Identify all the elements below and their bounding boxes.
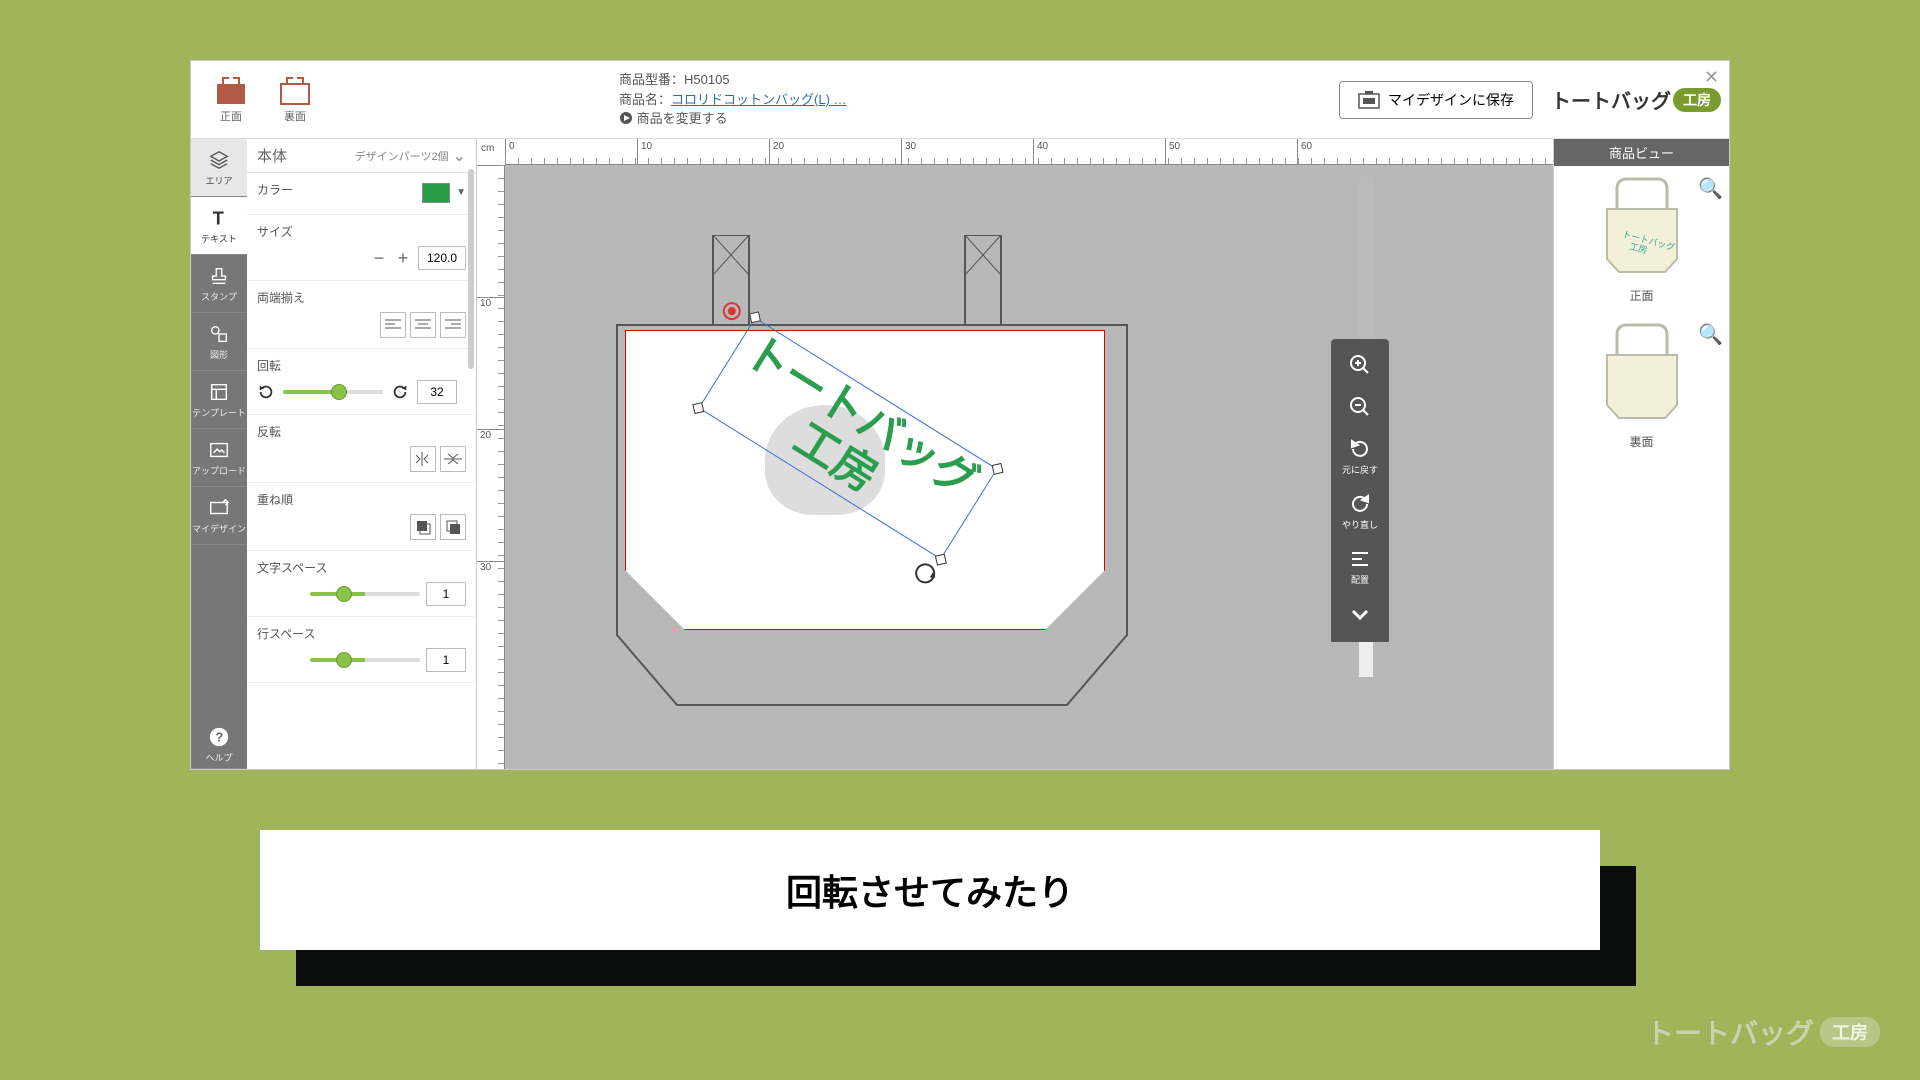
- app-body: エリア Tテキスト スタンプ 図形 テンプレート アップロード マイデザイン ?…: [191, 139, 1729, 769]
- tool-template[interactable]: テンプレート: [191, 371, 247, 429]
- prop-align: 両端揃え: [247, 281, 476, 349]
- rotate-cw-icon[interactable]: [391, 383, 409, 401]
- rotate-input[interactable]: [417, 380, 457, 404]
- chevron-down-icon[interactable]: ▼: [456, 187, 466, 198]
- layer-back-button[interactable]: [410, 514, 436, 540]
- prop-size: サイズ −+: [247, 215, 476, 281]
- magnify-icon[interactable]: 🔍: [1698, 176, 1723, 201]
- align-tools-button[interactable]: 配置: [1331, 539, 1389, 594]
- properties-panel: 本体 デザインパーツ2個 ⌄ カラー▼ サイズ −+ 両端揃え 回転: [247, 139, 477, 769]
- tool-upload[interactable]: アップロード: [191, 429, 247, 487]
- ruler-vertical: 10 20 30: [477, 165, 505, 769]
- linespace-input[interactable]: [426, 648, 466, 672]
- caption-text: 回転させてみたり: [260, 830, 1600, 950]
- resize-handle[interactable]: [692, 402, 704, 414]
- tool-shape[interactable]: 図形: [191, 313, 247, 371]
- tool-help[interactable]: ?ヘルプ: [191, 721, 247, 769]
- svg-text:T: T: [213, 207, 224, 228]
- prop-charspace: 文字スペース: [247, 551, 476, 617]
- canvas: cm 0 10 20 30 40 50 60 10 20 30: [477, 139, 1553, 769]
- watermark-brand: トートバッグ工房: [1646, 1012, 1880, 1052]
- titlebar: 正面 裏面 商品型番：H50105 商品名：コロリドコットンバッグ(L) … 商…: [191, 61, 1729, 139]
- tool-area[interactable]: エリア: [191, 139, 247, 197]
- save-to-mydesign-button[interactable]: マイデザインに保存: [1339, 81, 1533, 119]
- color-swatch[interactable]: [422, 183, 450, 203]
- product-name-link[interactable]: コロリドコットンバッグ(L) …: [671, 92, 847, 107]
- rotate-slider[interactable]: [283, 390, 383, 394]
- svg-text:?: ?: [215, 729, 223, 744]
- charspace-slider[interactable]: [310, 592, 420, 596]
- align-left-button[interactable]: [380, 312, 406, 338]
- zoom-out-button[interactable]: [1331, 387, 1389, 429]
- zoom-in-button[interactable]: [1331, 345, 1389, 387]
- sidebar-title: 商品ビュー: [1554, 139, 1729, 166]
- product-view-sidebar: 商品ビュー 🔍 トートバッグ工房 正面 🔍 裏面: [1553, 139, 1729, 769]
- save-icon: [1358, 91, 1380, 109]
- tool-text[interactable]: Tテキスト: [191, 197, 247, 255]
- charspace-input[interactable]: [426, 582, 466, 606]
- chevron-down-icon: ⌄: [453, 146, 466, 166]
- rotate-ccw-icon[interactable]: [257, 383, 275, 401]
- layer-front-button[interactable]: [440, 514, 466, 540]
- magnify-icon[interactable]: 🔍: [1698, 322, 1723, 347]
- prop-layer: 重ね順: [247, 483, 476, 551]
- face-tab-back[interactable]: 裏面: [267, 76, 323, 124]
- size-plus[interactable]: +: [394, 248, 412, 269]
- brand-logo: トートバッグ工房: [1551, 85, 1721, 114]
- panel-title: 本体: [257, 145, 287, 166]
- panel-header[interactable]: 本体 デザインパーツ2個 ⌄: [247, 139, 476, 173]
- size-minus[interactable]: −: [370, 248, 388, 269]
- thumbnail-back[interactable]: 🔍 裏面: [1554, 312, 1729, 458]
- prop-linespace: 行スペース: [247, 617, 476, 683]
- thumbnail-front[interactable]: 🔍 トートバッグ工房 正面: [1554, 166, 1729, 312]
- expand-toolbar-button[interactable]: [1331, 594, 1389, 636]
- change-product-link[interactable]: 商品を変更する: [619, 109, 1339, 129]
- tool-mydesign[interactable]: マイデザイン: [191, 487, 247, 545]
- panel-scrollbar[interactable]: [468, 169, 474, 369]
- caption: 回転させてみたり: [260, 830, 1600, 950]
- size-input[interactable]: [418, 246, 466, 270]
- align-center-button[interactable]: [410, 312, 436, 338]
- undo-button[interactable]: 元に戻す: [1331, 429, 1389, 484]
- prop-rotate: 回転: [247, 349, 476, 415]
- resize-handle[interactable]: [749, 311, 761, 323]
- align-right-button[interactable]: [440, 312, 466, 338]
- resize-handle[interactable]: [935, 553, 947, 565]
- flip-vertical-button[interactable]: [440, 446, 466, 472]
- flip-horizontal-button[interactable]: [410, 446, 436, 472]
- tool-column: エリア Tテキスト スタンプ 図形 テンプレート アップロード マイデザイン ?…: [191, 139, 247, 769]
- stage[interactable]: トートバッグ 工房: [505, 165, 1553, 769]
- redo-button[interactable]: やり直し: [1331, 484, 1389, 539]
- linespace-slider[interactable]: [310, 658, 420, 662]
- canvas-toolbar: 元に戻す やり直し 配置: [1331, 339, 1389, 642]
- prop-color: カラー▼: [247, 173, 476, 215]
- tool-stamp[interactable]: スタンプ: [191, 255, 247, 313]
- face-tab-front[interactable]: 正面: [203, 76, 259, 124]
- app-window: 正面 裏面 商品型番：H50105 商品名：コロリドコットンバッグ(L) … 商…: [190, 60, 1730, 770]
- product-model: H50105: [684, 72, 730, 87]
- parts-count: デザインパーツ2個: [355, 148, 449, 164]
- prop-flip: 反転: [247, 415, 476, 483]
- product-info: 商品型番：H50105 商品名：コロリドコットンバッグ(L) … 商品を変更する: [619, 70, 1339, 129]
- close-icon[interactable]: ✕: [1704, 67, 1719, 88]
- ruler-horizontal: cm 0 10 20 30 40 50 60: [505, 139, 1553, 165]
